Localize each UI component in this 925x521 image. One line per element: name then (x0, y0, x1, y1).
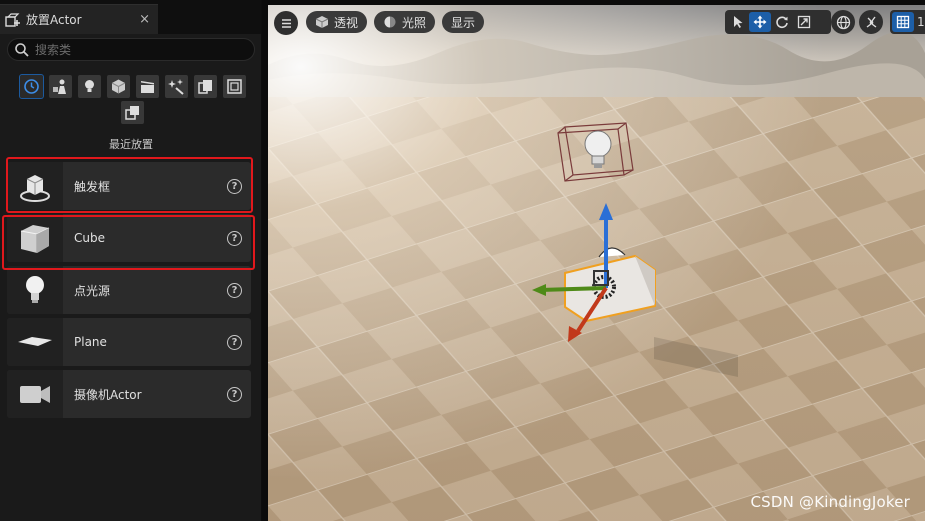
camera-icon (20, 386, 50, 403)
point-light-icon (26, 276, 44, 303)
close-icon[interactable]: × (139, 12, 150, 27)
list-item-plane[interactable]: Plane ? (7, 318, 251, 366)
plane-icon (18, 337, 52, 346)
recently-placed-heading: 最近放置 (109, 138, 153, 151)
translate-icon (753, 15, 767, 29)
viewport-scene (268, 5, 925, 521)
perspective-label: 透视 (334, 15, 359, 30)
show-label: 显示 (451, 15, 476, 30)
place-actors-panel: 放置Actor × 搜索类 最近放置 触发框 ? Cube ? 点光源 ? Pl… (0, 0, 262, 521)
help-icon[interactable]: ? (227, 282, 242, 298)
select-mode-button[interactable] (727, 12, 749, 32)
point-light-thumbnail (7, 266, 63, 314)
help-icon[interactable]: ? (227, 386, 242, 402)
category-visual-effects[interactable] (165, 75, 188, 98)
perspective-cube-icon (315, 16, 329, 28)
search-icon (15, 42, 29, 57)
globe-icon (836, 15, 850, 29)
grid-snap-button[interactable] (892, 12, 914, 32)
grid-snap-group: 1 (890, 10, 925, 34)
item-label: Plane (74, 335, 107, 349)
translate-mode-button[interactable] (749, 12, 771, 32)
watermark-text: CSDN @KindingJoker (750, 493, 910, 511)
grid-snap-value[interactable]: 1 (914, 15, 925, 29)
all-classes-icon (227, 79, 242, 94)
lighting-icon (384, 16, 396, 28)
scale-mode-button[interactable] (793, 12, 815, 32)
search-input[interactable] (35, 42, 235, 57)
hamburger-icon (281, 18, 291, 28)
help-icon[interactable]: ? (227, 334, 242, 350)
perspective-button[interactable]: 透视 (306, 11, 368, 33)
surface-snapping-button[interactable] (859, 10, 883, 34)
list-item-point-light[interactable]: 点光源 ? (7, 266, 251, 314)
plane-thumbnail (7, 318, 63, 366)
surface-snap-icon (866, 16, 876, 28)
camera-thumbnail (7, 370, 63, 418)
level-viewport[interactable]: 透视 光照 显示 1 CSDN @KindingJoker (268, 5, 925, 521)
show-button[interactable]: 显示 (442, 11, 485, 33)
category-lights[interactable] (78, 75, 101, 98)
lighting-mode-button[interactable]: 光照 (374, 11, 436, 33)
highlight-box-trigger (6, 157, 253, 213)
volumes-icon (198, 80, 212, 94)
basic-icon (53, 79, 66, 94)
category-volumes[interactable] (194, 75, 217, 98)
visual-effects-icon (168, 79, 184, 95)
item-label: 摄像机Actor (74, 387, 142, 402)
category-basic[interactable] (49, 75, 72, 98)
highlight-box-cube (2, 215, 255, 270)
place-actors-tab[interactable]: 放置Actor × (0, 4, 158, 34)
transform-tools-group (725, 10, 831, 34)
search-box[interactable] (7, 38, 255, 61)
list-item-camera-actor[interactable]: 摄像机Actor ? (7, 370, 251, 418)
world-local-toggle[interactable] (831, 10, 855, 34)
category-cinematic[interactable] (136, 75, 159, 98)
rotate-icon (776, 16, 788, 29)
recent-icon (24, 79, 39, 94)
category-misc[interactable] (121, 101, 144, 124)
grid-icon (896, 15, 910, 29)
category-shapes[interactable] (107, 75, 130, 98)
lights-icon (85, 80, 94, 92)
rotate-mode-button[interactable] (771, 12, 793, 32)
place-actor-icon (5, 12, 20, 27)
lighting-label: 光照 (402, 15, 427, 30)
misc-icon (125, 106, 139, 120)
category-recent[interactable] (19, 74, 44, 99)
tab-title: 放置Actor (26, 13, 82, 27)
shapes-icon (111, 79, 126, 94)
scale-icon (797, 15, 811, 29)
item-label: 点光源 (74, 283, 111, 298)
select-icon (734, 16, 743, 28)
viewport-menu-button[interactable] (274, 11, 298, 35)
category-all-classes[interactable] (223, 75, 246, 98)
cinematic-icon (141, 81, 154, 93)
panel-tab-bar: 放置Actor × (0, 0, 261, 34)
